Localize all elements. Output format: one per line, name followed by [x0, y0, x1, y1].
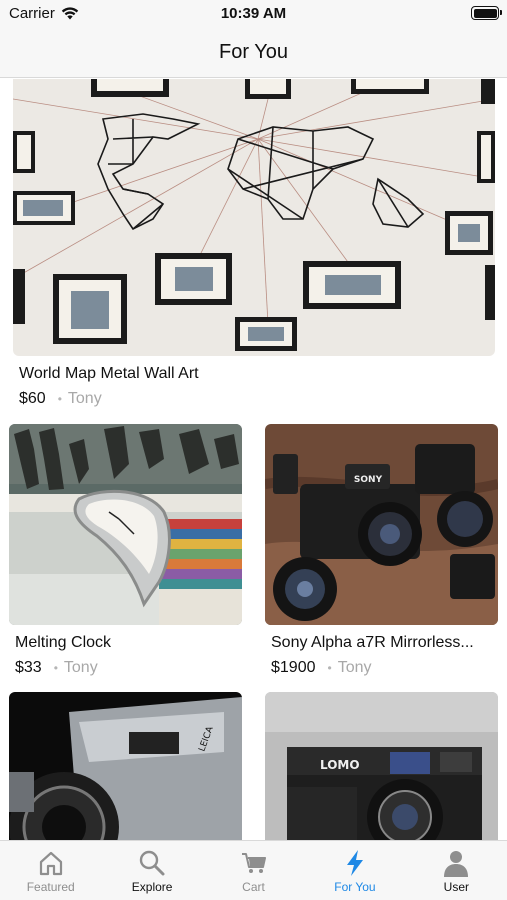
battery-icon: [471, 6, 502, 20]
tab-label: For You: [334, 880, 376, 894]
separator-dot: •: [53, 661, 58, 675]
product-card-melting-clock[interactable]: Melting Clock $33 • Tony: [9, 424, 242, 677]
status-time: 10:39 AM: [220, 5, 287, 22]
tab-explore[interactable]: Explore: [101, 841, 202, 900]
product-image-sony-camera: SONY: [265, 424, 498, 625]
tab-label: User: [443, 880, 469, 894]
svg-text:SONY: SONY: [354, 475, 383, 485]
product-price: $33: [15, 659, 42, 676]
product-name: Sony Alpha a7R Mirrorless...: [271, 634, 474, 651]
product-feed[interactable]: World Map Metal Wall Art $60 • Tony Melt…: [0, 79, 507, 840]
cart-icon: [239, 849, 269, 877]
status-bar: Carrier 10:39 AM: [0, 0, 507, 28]
page-title: For You: [219, 41, 288, 63]
product-meta: $33 • Tony: [15, 659, 242, 677]
product-name: World Map Metal Wall Art: [19, 365, 199, 382]
tab-label: Explore: [131, 880, 173, 894]
tab-featured[interactable]: Featured: [0, 841, 101, 900]
product-card-lomo-camera[interactable]: LOMO: [265, 692, 498, 840]
product-image-camera-black: LEICA: [9, 692, 242, 840]
product-image-lomo-camera: LOMO: [265, 692, 498, 840]
separator-dot: •: [57, 392, 62, 406]
product-card-world-map[interactable]: World Map Metal Wall Art $60 • Tony: [13, 79, 495, 408]
tab-for-you[interactable]: For You: [304, 841, 405, 900]
search-icon: [137, 849, 167, 877]
product-card-camera-black[interactable]: LEICA: [9, 692, 242, 840]
tab-bar: Featured Explore Cart For You User: [0, 840, 507, 900]
product-image-world-map: [13, 79, 495, 356]
product-seller: Tony: [63, 659, 98, 676]
product-name: Melting Clock: [15, 634, 112, 651]
product-seller: Tony: [337, 659, 372, 676]
separator-dot: •: [327, 661, 332, 675]
bolt-icon: [340, 849, 370, 877]
home-icon: [36, 849, 66, 877]
svg-text:LOMO: LOMO: [320, 758, 360, 772]
product-meta: $60 • Tony: [19, 390, 495, 408]
product-image-melting-clock: [9, 424, 242, 625]
user-icon: [441, 849, 471, 877]
product-seller: Tony: [67, 390, 102, 407]
product-card-sony-camera[interactable]: SONY Sony Alpha a7R Mirrorless... $1900 …: [265, 424, 498, 677]
product-meta: $1900 • Tony: [271, 659, 498, 677]
tab-label: Cart: [242, 880, 265, 894]
tab-label: Featured: [26, 880, 75, 894]
tab-user[interactable]: User: [406, 841, 507, 900]
navigation-bar: For You: [0, 28, 507, 78]
product-price: $1900: [271, 659, 316, 676]
tab-cart[interactable]: Cart: [203, 841, 304, 900]
product-price: $60: [19, 390, 46, 407]
